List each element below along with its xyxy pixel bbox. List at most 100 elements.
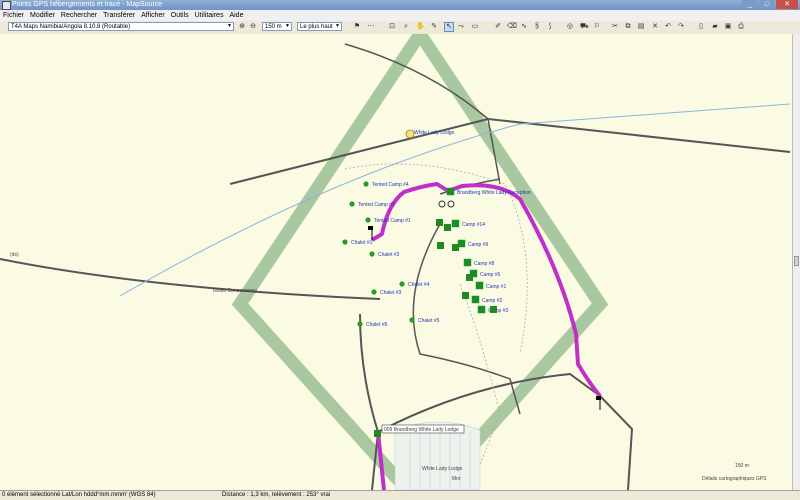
waypoint-marker-camp-14[interactable]: Camp #14: [451, 219, 485, 228]
menu-afficher[interactable]: Afficher: [138, 10, 168, 21]
track-draw-icon[interactable]: ✐: [494, 23, 502, 31]
lodge-label: White Lady Lodge: [422, 466, 463, 472]
road-label: (ds): [10, 252, 19, 258]
zone-boundary: [231, 34, 609, 490]
chevron-down-icon: ▼: [285, 23, 290, 29]
waypoint-label: Tented Camp #3: [358, 202, 395, 208]
waypoint-label: Camp #2: [482, 298, 503, 304]
waypoint-marker-tented-camp-4[interactable]: Tented Camp #4: [363, 181, 409, 188]
undo-icon[interactable]: ↶: [664, 23, 672, 31]
scale-label: 150 m: [735, 463, 749, 469]
window-controls: _ □ ✕: [742, 0, 798, 10]
waypoint-label: Tented Camp #1: [374, 218, 411, 224]
waypoint-label: Tented Camp #4: [372, 182, 409, 188]
waypoint-marker-chalet-1[interactable]: Chalet #1: [342, 239, 373, 246]
car-icon[interactable]: ⛟: [580, 23, 589, 31]
zoom-tool-icon[interactable]: ⌕: [402, 23, 410, 31]
menu-outils[interactable]: Outils: [168, 10, 192, 21]
detail-level-label: Détails cartographiques GPS: [702, 476, 767, 482]
waypoint-marker-camp-8[interactable]: Camp #8: [463, 258, 495, 267]
gps-track: [370, 182, 602, 398]
scrollbar-thumb[interactable]: [794, 256, 799, 266]
binoculars-icon[interactable]: ◎: [566, 23, 574, 31]
waypoint-marker-chalet-6[interactable]: Chalet #6: [357, 321, 388, 328]
maximize-button[interactable]: □: [759, 0, 775, 9]
waypoint-marker-camp-2[interactable]: Camp #2: [471, 295, 503, 304]
redo-icon[interactable]: ↷: [677, 23, 685, 31]
toolbar: T4A Maps Namibia/Angola 8.10.8 (Routable…: [0, 21, 800, 35]
waypoint-marker-tented-camp-3[interactable]: Tented Camp #3: [349, 201, 395, 208]
waypoint-marker-white-lady[interactable]: White Lady Lodge: [405, 129, 455, 139]
select-tool-icon[interactable]: ⊡: [388, 23, 396, 31]
close-button[interactable]: ✕: [776, 0, 798, 9]
map-product-value: T4A Maps Namibia/Angola 8.10.8 (Routable…: [11, 24, 131, 30]
selected-waypoint-label: 009 Brandberg White Lady Lodge: [384, 427, 459, 433]
pen-tool-icon[interactable]: ✎: [430, 23, 438, 31]
delete-icon[interactable]: ✕: [651, 23, 659, 31]
route-start-flag-icon: [368, 226, 373, 240]
measure-tool-icon[interactable]: ▭: [471, 23, 479, 31]
waypoint-marker-camp-1[interactable]: Camp #1: [475, 281, 507, 290]
menu-fichier[interactable]: Fichier: [0, 10, 27, 21]
route-end-flag-icon: [596, 396, 601, 410]
waypoint-tool-icon[interactable]: ⚑: [353, 23, 361, 31]
zoom-level-select[interactable]: 150 m ▼: [262, 22, 292, 31]
print-icon[interactable]: ⎙: [737, 23, 745, 31]
curve-icon[interactable]: §: [533, 23, 541, 31]
waypoint-marker-chalet-3[interactable]: Chalet #3: [371, 289, 402, 296]
chevron-down-icon: ▼: [335, 23, 340, 29]
map-view[interactable]: White Lady Lodge Tented Camp #4 Tented C…: [0, 34, 792, 490]
menu-aide[interactable]: Aide: [226, 10, 246, 21]
waypoint-marker-chalet-2[interactable]: Chalet #2: [369, 251, 400, 258]
eraser-icon[interactable]: ⌫: [507, 23, 517, 31]
paste-icon[interactable]: ▤: [637, 23, 645, 31]
river: [119, 103, 791, 297]
menu-bar: Fichier Modifier Rechercher Transférer A…: [0, 10, 800, 21]
menu-transferer[interactable]: Transférer: [100, 10, 138, 21]
track-tool-icon[interactable]: ⤳: [457, 23, 465, 31]
window-title: Points GPS hébergements et tracé - MapSo…: [12, 1, 163, 8]
waypoint-marker-tented-camp-1[interactable]: Tented Camp #1: [365, 217, 411, 224]
open-folder-icon[interactable]: ▰: [711, 23, 719, 31]
waypoint-marker-chalet-4[interactable]: Chalet #4: [399, 281, 430, 288]
waypoint-label: Chalet #6: [366, 322, 388, 328]
pointer-tool-icon[interactable]: ↖: [444, 22, 454, 32]
menu-modifier[interactable]: Modifier: [27, 10, 58, 21]
hand-tool-icon[interactable]: ✋: [416, 23, 425, 31]
copy-icon[interactable]: ⧉: [624, 23, 632, 31]
map-product-select[interactable]: T4A Maps Namibia/Angola 8.10.8 (Routable…: [8, 22, 234, 31]
waypoint-label: Chalet #2: [378, 252, 400, 258]
filter-icon[interactable]: ∿: [520, 23, 528, 31]
menu-utilitaires[interactable]: Utilitaires: [192, 10, 227, 21]
waypoint-label: Chalet #3: [380, 290, 402, 296]
conservancy-label: Tsiseb Conservancy: [212, 288, 257, 294]
zoom-in-icon[interactable]: ⊕: [238, 23, 246, 31]
waypoint-marker-reception[interactable]: Brandberg White Lady Reception: [446, 187, 531, 196]
map-canvas: White Lady Lodge Tented Camp #4 Tented C…: [0, 34, 791, 490]
title-bar: Points GPS hébergements et tracé - MapSo…: [0, 0, 800, 10]
waypoint-label: White Lady Lodge: [414, 130, 455, 136]
waypoint-label: Camp #8: [474, 261, 495, 267]
save-icon[interactable]: ▣: [724, 23, 732, 31]
new-file-icon[interactable]: ▯: [697, 23, 705, 31]
waypoint-label: Camp #9: [468, 242, 489, 248]
zoom-out-icon[interactable]: ⊖: [249, 23, 257, 31]
menu-rechercher[interactable]: Rechercher: [58, 10, 100, 21]
app-icon: [2, 1, 11, 10]
road-west: [0, 258, 381, 300]
minimize-button[interactable]: _: [742, 0, 758, 9]
waypoint-marker-camp-5[interactable]: Camp #5: [469, 269, 501, 278]
zoom-level-value: 150 m: [265, 24, 282, 30]
road-southeast: [599, 395, 634, 490]
detail-level-value: Le plus haut: [300, 24, 333, 30]
chevron-down-icon: ▼: [227, 23, 232, 29]
detail-level-select[interactable]: Le plus haut ▼: [297, 22, 342, 31]
waypoint-marker-camp-9[interactable]: Camp #9: [457, 239, 489, 248]
cut-icon[interactable]: ✂: [611, 23, 619, 31]
flag-icon[interactable]: ⚐: [593, 23, 601, 31]
vertical-scrollbar[interactable]: [792, 34, 800, 490]
waypoint-label: Chalet #4: [408, 282, 430, 288]
waypoint-label: Brandberg White Lady Reception: [457, 190, 531, 196]
route-join-icon[interactable]: ⟆: [546, 23, 554, 31]
route-tool-icon[interactable]: ⋯: [367, 23, 375, 31]
